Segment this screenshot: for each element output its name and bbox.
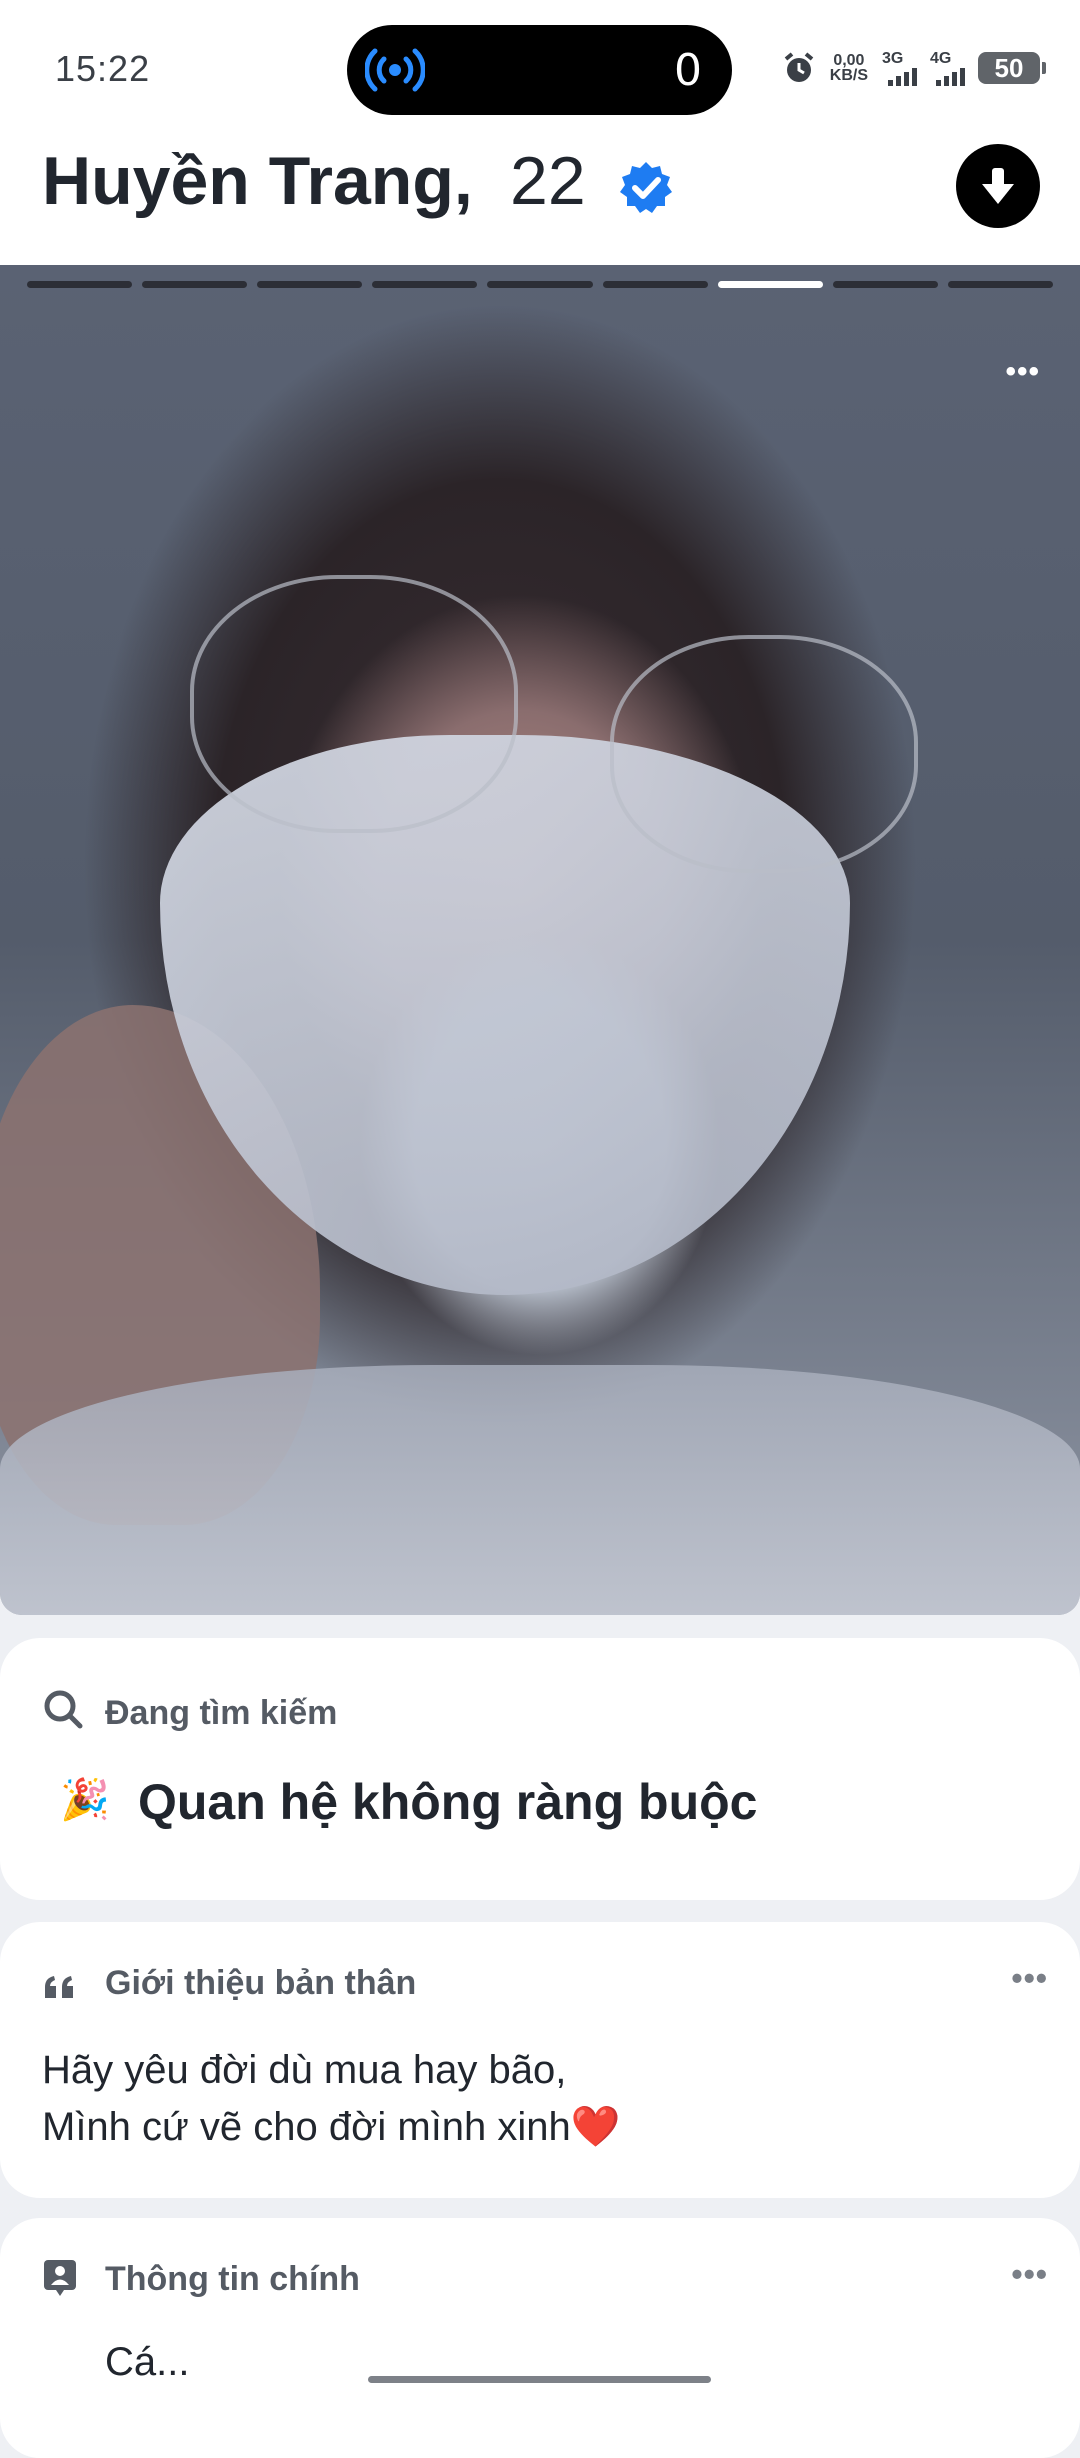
photo-progress-segment[interactable] bbox=[717, 281, 823, 288]
photo-progress-segment[interactable] bbox=[257, 281, 363, 288]
photo-progress-indicator bbox=[27, 281, 1053, 288]
dynamic-island[interactable]: 0 bbox=[347, 25, 732, 115]
photo-progress-segment[interactable] bbox=[27, 281, 133, 288]
profile-name: Huyền Trang, bbox=[42, 143, 473, 219]
profile-age: 22 bbox=[510, 143, 586, 219]
basic-info-more-icon[interactable]: ••• bbox=[1011, 2256, 1048, 2293]
home-indicator[interactable] bbox=[368, 2376, 711, 2383]
basic-info-row-partial: Cá... bbox=[105, 2340, 190, 2384]
arrow-down-icon bbox=[982, 168, 1014, 204]
profile-photo[interactable]: ••• bbox=[0, 265, 1080, 1615]
profile-header: Huyền Trang, 22 bbox=[0, 130, 1080, 266]
broadcast-icon bbox=[365, 48, 425, 92]
battery-indicator: 50 bbox=[978, 52, 1046, 84]
photo-progress-segment[interactable] bbox=[602, 281, 708, 288]
looking-for-card: Đang tìm kiếm 🎉 Quan hệ không ràng buộc bbox=[0, 1638, 1080, 1900]
search-icon bbox=[44, 1690, 83, 1729]
net-speed: 0,00 KB/S bbox=[829, 52, 868, 84]
photo-shirt-shape bbox=[0, 1365, 1080, 1615]
looking-for-value: Quan hệ không ràng buộc bbox=[138, 1774, 758, 1830]
photo-progress-segment[interactable] bbox=[372, 281, 478, 288]
about-me-text: Hãy yêu đời dù mua hay bão, Mình cứ vẽ c… bbox=[42, 2048, 621, 2149]
clock: 15:22 bbox=[55, 48, 151, 89]
about-me-title: Giới thiệu bản thân bbox=[105, 1964, 417, 2002]
alarm-icon bbox=[784, 52, 814, 82]
basic-info-title: Thông tin chính bbox=[105, 2260, 360, 2298]
quote-icon bbox=[45, 1976, 73, 1998]
photo-glasses-left bbox=[190, 575, 518, 833]
contact-card-icon bbox=[44, 2260, 76, 2296]
sim1-signal: 3G bbox=[882, 50, 917, 86]
photo-progress-segment[interactable] bbox=[142, 281, 248, 288]
about-more-icon[interactable]: ••• bbox=[1011, 1960, 1048, 1997]
system-icons: 0,00 KB/S 3G 4G 50 bbox=[782, 48, 1046, 88]
island-counter: 0 bbox=[674, 45, 702, 96]
about-me-card: Giới thiệu bản thân ••• Hãy yêu đời dù m… bbox=[0, 1922, 1080, 2198]
photo-glasses-right bbox=[610, 635, 918, 873]
sim2-signal: 4G bbox=[930, 50, 965, 86]
status-bar: 15:22 0 0,00 KB/S 3G 4G 50 bbox=[0, 0, 1080, 130]
party-popper-icon: 🎉 bbox=[60, 1778, 110, 1822]
photo-progress-segment[interactable] bbox=[487, 281, 593, 288]
photo-progress-segment[interactable] bbox=[947, 281, 1053, 288]
basic-info-card: Thông tin chính ••• Cá... bbox=[0, 2218, 1080, 2458]
collapse-profile-button[interactable] bbox=[956, 144, 1040, 228]
verified-badge-icon[interactable] bbox=[618, 160, 674, 216]
looking-for-title: Đang tìm kiếm bbox=[105, 1694, 338, 1732]
photo-progress-segment[interactable] bbox=[832, 281, 938, 288]
photo-more-options-icon[interactable]: ••• bbox=[1005, 355, 1040, 389]
